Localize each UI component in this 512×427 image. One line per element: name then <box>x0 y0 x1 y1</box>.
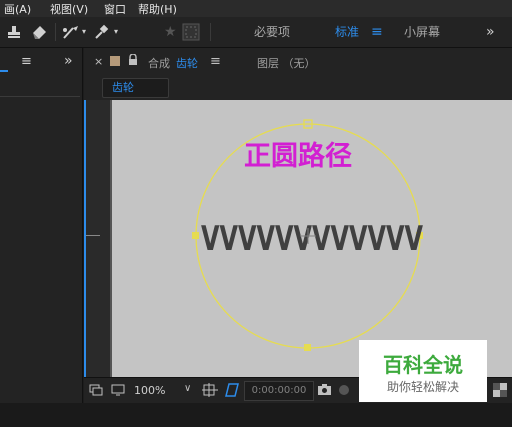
comp-canvas[interactable]: 正圆路径 VVVVVVVVVVVV <box>110 100 512 377</box>
toolbar-divider-2 <box>210 23 211 41</box>
comp-color-swatch <box>110 56 120 66</box>
close-tab-icon[interactable]: × <box>94 55 103 68</box>
panel-divider <box>0 96 80 97</box>
puppet-pin-tool-icon[interactable] <box>93 17 109 51</box>
show-snapshot-icon[interactable] <box>337 383 351 400</box>
eraser-tool-icon[interactable] <box>31 17 47 51</box>
workspace-menu-icon[interactable]: ≡ <box>371 17 383 47</box>
zoom-dropdown-icon[interactable]: ∨ <box>184 383 191 394</box>
roto-brush-tool-icon[interactable] <box>61 17 81 51</box>
menu-item-window[interactable]: 窗口 <box>104 1 126 17</box>
menu-item-help[interactable]: 帮助(H) <box>138 1 177 17</box>
monitor-icon[interactable] <box>111 383 125 400</box>
composition-menu-icon[interactable]: ≡ <box>210 54 221 69</box>
watermark-title: 百科全说 <box>383 353 463 377</box>
dropdown-arrow-icon-2[interactable]: ▾ <box>114 17 118 47</box>
lock-icon[interactable] <box>128 53 138 69</box>
snapping-icon[interactable] <box>182 17 200 52</box>
workspace-standard[interactable]: 标准 <box>335 17 359 47</box>
composition-tab-name[interactable]: 齿轮 <box>176 55 198 71</box>
menu-item-view[interactable]: 视图(V) <box>50 1 88 17</box>
layer-panel-tab[interactable]: 图层 （无） <box>257 55 316 71</box>
zoom-select[interactable]: 100% <box>134 384 165 397</box>
workspace-essentials[interactable]: 必要项 <box>254 17 290 47</box>
more-workspaces-icon[interactable]: » <box>486 17 495 47</box>
menu-item-layer[interactable]: 画(A) <box>4 1 31 17</box>
path-vertex-left[interactable] <box>192 232 199 239</box>
always-preview-icon[interactable] <box>89 383 103 400</box>
tools-toolbar: ▾ ▾ ★ 必要项 标准 ≡ 小屏幕 » <box>0 17 512 48</box>
composition-tab-prefix: 合成 <box>148 57 170 70</box>
dropdown-arrow-icon[interactable]: ▾ <box>82 17 86 47</box>
current-time-display[interactable]: 0:00:00:00 <box>244 381 314 401</box>
watermark-subtitle: 助你轻松解决 <box>386 380 459 394</box>
composition-tab-bar: × 合成 齿轮 ≡ 图层 （无） <box>84 48 512 76</box>
region-of-interest-icon[interactable] <box>202 383 218 400</box>
canvas-title-text[interactable]: 正圆路径 <box>244 140 352 172</box>
canvas-wave-text[interactable]: VVVVVVVVVVVV <box>201 219 423 259</box>
watermark-logo: 百科全说 助你轻松解决 <box>359 340 487 402</box>
project-panel: ≡ » <box>0 48 83 403</box>
workspace-small-screen[interactable]: 小屏幕 <box>404 17 440 47</box>
stamp-tool-icon[interactable] <box>6 17 22 51</box>
composition-viewer[interactable]: 正圆路径 VVVVVVVVVVVV <box>84 100 512 377</box>
status-bar <box>0 403 512 427</box>
star-icon[interactable]: ★ <box>164 17 177 47</box>
path-vertex-bottom[interactable] <box>304 344 311 351</box>
toolbar-divider <box>55 23 56 41</box>
mask-visibility-icon[interactable] <box>225 383 239 400</box>
comp-breadcrumb-button[interactable]: 齿轮 <box>102 78 169 98</box>
ruler-guide <box>86 235 100 236</box>
panel-tab-indicator <box>0 54 8 72</box>
viewer-margin <box>86 100 110 377</box>
composition-navigator: 齿轮 <box>84 76 512 100</box>
snapshot-camera-icon[interactable] <box>317 383 332 399</box>
transparency-grid-icon[interactable] <box>493 383 507 400</box>
panel-menu-icon[interactable]: ≡ <box>21 54 32 69</box>
canvas-artwork: 正圆路径 VVVVVVVVVVVV <box>110 100 423 377</box>
panel-more-icon[interactable]: » <box>64 53 73 69</box>
menu-bar: 画(A) 视图(V) 窗口 帮助(H) <box>0 0 512 17</box>
